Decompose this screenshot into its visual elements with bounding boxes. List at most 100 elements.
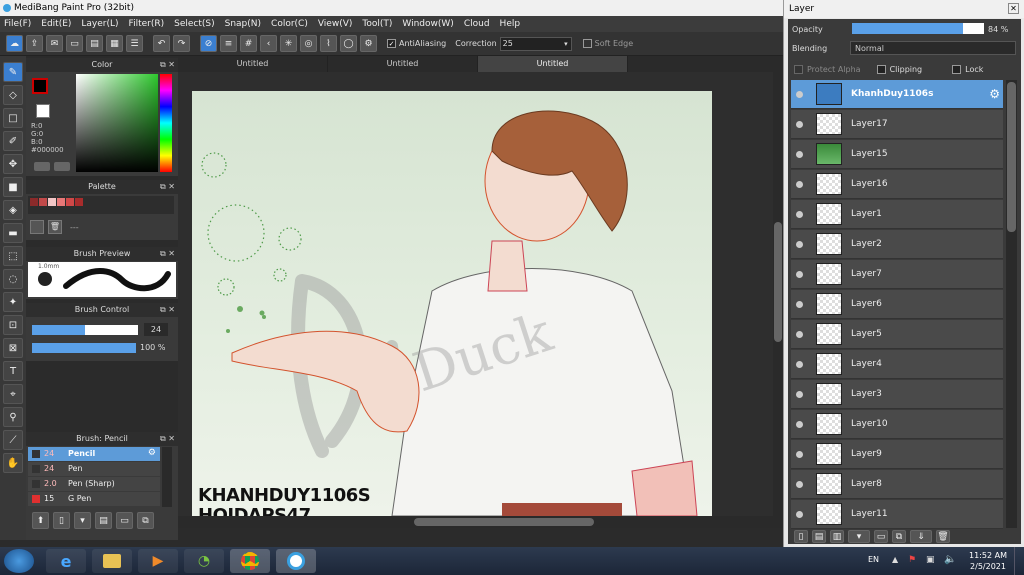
text-tool-icon[interactable]: T [3,361,23,381]
layer-row[interactable]: Layer8 [791,470,1003,499]
visibility-icon[interactable] [796,511,803,518]
layer-list-scrollbar[interactable] [1006,80,1017,528]
document-icon[interactable]: ▤ [86,35,103,52]
move-tool-icon[interactable]: ✥ [3,154,23,174]
perspective-snap-icon[interactable]: ‹ [260,35,277,52]
green-app-icon[interactable]: ◔ [184,549,224,573]
visibility-icon[interactable] [796,241,803,248]
transparent-swatch[interactable] [36,104,50,118]
tray-expand-icon[interactable]: ▲ [892,555,898,564]
circle-snap-icon[interactable]: ◎ [300,35,317,52]
brush-item-pencil[interactable]: 24 Pencil ⚙ [28,447,160,461]
message-icon[interactable]: ▭ [66,35,83,52]
clipping-checkbox[interactable] [876,64,886,74]
visibility-icon[interactable] [796,121,803,128]
grid-icon[interactable]: ▦ [106,35,123,52]
layer-row-khanhduy1106s[interactable]: KhanhDuy1106s ⚙ [791,80,1003,109]
layer-scroll-thumb[interactable] [1007,82,1016,232]
palette-swatch[interactable] [48,198,56,206]
new-layer-icon[interactable]: ▯ [794,530,808,543]
foreground-color-swatch[interactable] [32,78,48,94]
visibility-icon[interactable] [796,91,803,98]
visibility-icon[interactable] [796,301,803,308]
lasso-tool-icon[interactable]: ◌ [3,269,23,289]
panel-close-icon[interactable]: ⧉ ✕ [160,303,175,317]
eyedropper-tool-icon[interactable]: ⚲ [3,407,23,427]
action-center-icon[interactable]: ⚑ [908,555,916,565]
select-eraser-tool-icon[interactable]: ⊠ [3,338,23,358]
merge-layer-icon[interactable]: ⇓ [910,530,932,543]
menu-tool[interactable]: Tool(T) [362,19,392,29]
undo-icon[interactable]: ↶ [153,35,170,52]
visibility-icon[interactable] [796,481,803,488]
layer-row[interactable]: Layer16 [791,170,1003,199]
rectangle-tool-icon[interactable]: □ [3,108,23,128]
hand-tool-icon[interactable]: ✋ [3,453,23,473]
menu-color[interactable]: Color(C) [271,19,308,29]
tab-untitled-3[interactable]: Untitled [478,56,628,72]
palette-swatch[interactable] [57,198,65,206]
panel-close-icon[interactable]: ⧉ ✕ [160,180,175,194]
pen-tool-icon[interactable]: ⟋ [3,430,23,450]
bucket-tool-icon[interactable]: ◈ [3,200,23,220]
system-clock[interactable]: 11:52 AM 2/5/2021 [966,550,1010,572]
operation-tool-icon[interactable]: ⌖ [3,384,23,404]
tab-untitled-1[interactable]: Untitled [178,56,328,72]
artwork-canvas[interactable]: KHANHDUY1106S HOIDAPS47 Duck [192,91,712,516]
visibility-icon[interactable] [796,451,803,458]
brush-list-scrollbar[interactable] [162,447,172,507]
brush-tool-icon[interactable]: ✎ [3,62,23,82]
horizontal-scroll-thumb[interactable] [414,518,594,526]
visibility-icon[interactable] [796,421,803,428]
menu-filter[interactable]: Filter(R) [129,19,165,29]
add-brush-icon[interactable]: ⬆ [32,512,49,529]
dot-tool-icon[interactable]: ✐ [3,131,23,151]
visibility-icon[interactable] [796,391,803,398]
visibility-icon[interactable] [796,151,803,158]
gear-icon[interactable]: ⚙ [989,87,1000,101]
brush-size-slider[interactable] [32,325,138,335]
network-icon[interactable]: ▣ [926,555,935,565]
share-icon[interactable]: ⇪ [26,35,43,52]
layer-row[interactable]: Layer11 [791,500,1003,529]
layer-row[interactable]: Layer15 [791,140,1003,169]
correction-select[interactable]: 25 ▾ [499,36,572,51]
vertical-scrollbar[interactable] [773,72,783,516]
volume-icon[interactable]: 🔈 [944,554,956,565]
layer-row[interactable]: Layer10 [791,410,1003,439]
palette-swatch[interactable] [66,198,74,206]
new-brush-icon[interactable]: ▯ [53,512,70,529]
parallel-snap-icon[interactable]: ≡ [220,35,237,52]
lock-checkbox[interactable] [952,64,962,74]
fill-rect-tool-icon[interactable]: ■ [3,177,23,197]
brush-menu-icon[interactable]: ▾ [74,512,91,529]
duplicate-layer-icon[interactable]: ⧉ [892,530,906,543]
layer-row[interactable]: Layer5 [791,320,1003,349]
brush-item-pen[interactable]: 24 Pen [28,462,160,476]
chrome-icon[interactable] [230,549,270,573]
list-icon[interactable]: ☰ [126,35,143,52]
magic-wand-tool-icon[interactable]: ✦ [3,292,23,312]
settings-icon[interactable]: ⚙ [360,35,377,52]
menu-edit[interactable]: Edit(E) [41,19,71,29]
visibility-icon[interactable] [796,181,803,188]
new-8bit-layer-icon[interactable]: ▥ [830,530,844,543]
hue-slider[interactable] [160,74,172,172]
select-rect-tool-icon[interactable]: ⬚ [3,246,23,266]
comment-icon[interactable]: ✉ [46,35,63,52]
layer-row[interactable]: Layer17 [791,110,1003,139]
brush-item-g-pen[interactable]: 15 G Pen [28,492,160,506]
brush-settings-icon[interactable]: ▤ [95,512,112,529]
media-player-icon[interactable]: ▶ [138,549,178,573]
gear-icon[interactable]: ⚙ [148,448,156,458]
add-palette-icon[interactable] [30,220,44,234]
close-icon[interactable]: ✕ [1008,3,1019,14]
horizontal-scrollbar[interactable] [178,516,783,528]
curve-snap-icon[interactable]: ⌇ [320,35,337,52]
radial-snap-icon[interactable]: ✳ [280,35,297,52]
layer-row[interactable]: Layer2 [791,230,1003,259]
brush-size-value[interactable]: 24 [144,323,168,336]
saturation-value-picker[interactable] [76,74,158,172]
trash-icon[interactable]: 🗑 [48,220,62,234]
layer-row[interactable]: Layer6 [791,290,1003,319]
